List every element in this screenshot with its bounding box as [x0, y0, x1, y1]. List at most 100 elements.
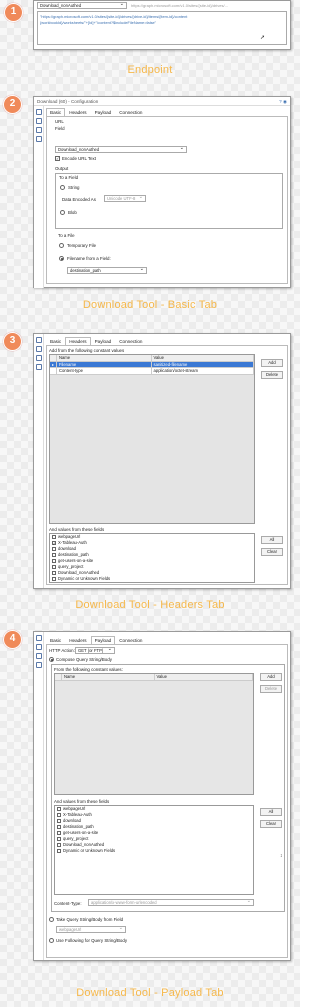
headers-panel: Add from the following constant values N… — [46, 345, 288, 585]
tab-basic[interactable]: Basic — [46, 636, 65, 644]
blob-radio[interactable] — [60, 210, 65, 215]
basic-titlebar: Download (60) - Configuration ? ◉ — [34, 97, 290, 106]
list-item[interactable]: Dynamic or Unknown Fields — [55, 848, 253, 854]
field-checkbox[interactable] — [56, 818, 61, 824]
tag-icon[interactable] — [35, 662, 42, 668]
config-icon[interactable] — [35, 337, 42, 343]
use-following-radio[interactable] — [49, 938, 54, 943]
field-checkbox[interactable] — [56, 830, 61, 836]
url-field-dropdown[interactable]: Download_nonAuthed — [55, 146, 187, 153]
compose-radio[interactable] — [49, 657, 54, 662]
caption-endpoint: Endpoint — [127, 64, 173, 76]
all-button[interactable]: All — [261, 536, 283, 544]
path-field-dropdown[interactable]: destination_path — [67, 267, 147, 274]
content-type-label: Content-Type: — [54, 901, 82, 906]
tab-connection[interactable]: Connection — [115, 337, 146, 345]
annotation-icon[interactable] — [35, 346, 42, 352]
take-query-radio[interactable] — [49, 917, 54, 922]
field-checkbox[interactable] — [56, 812, 61, 818]
headers-fields-list[interactable]: webpageUrl ✓ X-Tableau-Auth download dest… — [49, 533, 255, 583]
encode-url-label: Encode URL Text — [62, 156, 96, 161]
list-item[interactable]: Dynamic or Unknown Fields — [50, 576, 254, 582]
tab-payload[interactable]: Payload — [91, 337, 116, 345]
temporary-file-radio[interactable] — [59, 243, 64, 248]
field-checkbox[interactable] — [56, 806, 61, 812]
data-encoded-label: Data Encoded As — [62, 197, 96, 202]
tab-payload[interactable]: Payload — [90, 636, 116, 644]
tab-basic[interactable]: Basic — [46, 337, 65, 345]
field-checkbox[interactable]: ✓ — [51, 540, 56, 546]
filename-from-field-label: Filename from a Field: — [67, 256, 111, 261]
field-checkbox[interactable] — [56, 836, 61, 842]
clear-button[interactable]: Clear — [260, 820, 282, 828]
content-type-field[interactable]: application/x-www-form-urlencoded — [88, 899, 254, 906]
tab-headers[interactable]: Headers — [65, 108, 90, 116]
clear-button[interactable]: Clear — [261, 548, 283, 556]
step-badge-2: 2 — [3, 95, 22, 114]
add-constant-label: Add from the following constant values — [49, 348, 125, 353]
field-checkbox[interactable] — [56, 824, 61, 830]
preview-icon[interactable] — [35, 127, 42, 133]
headers-table[interactable]: Name Value ▸ Filename sanitized-filename… — [49, 354, 255, 524]
tab-headers[interactable]: Headers — [65, 636, 90, 644]
config-icon[interactable] — [35, 109, 42, 115]
field-checkbox[interactable] — [51, 546, 56, 552]
caption-payload: Download Tool - Payload Tab — [76, 987, 224, 999]
to-file-label: To a File — [58, 233, 75, 238]
row-value[interactable]: application/octet-stream — [151, 368, 254, 375]
payload-fields-list[interactable]: webpageUrl X-Tableau-Auth download desti… — [54, 805, 254, 895]
add-button[interactable]: Add — [260, 673, 282, 681]
tab-connection[interactable]: Connection — [115, 108, 146, 116]
from-constant-label: From the following constant values: — [54, 667, 123, 672]
compose-label: Compose Query String/Body — [56, 657, 112, 662]
mouse-cursor-icon: ➚ — [260, 35, 266, 41]
filename-from-field-radio[interactable] — [59, 256, 64, 261]
field-checkbox[interactable] — [51, 564, 56, 570]
annotation-icon[interactable] — [35, 118, 42, 124]
basic-window: Download (60) - Configuration ? ◉ Basic … — [33, 96, 291, 288]
temporary-file-label: Temporary File — [67, 243, 97, 248]
string-label: String — [68, 185, 80, 190]
preview-icon[interactable] — [35, 355, 42, 361]
headers-iconbar — [34, 334, 44, 588]
column-name: Name — [61, 674, 155, 681]
to-field-label: To a Field — [59, 175, 79, 180]
and-values-label: And values from these fields — [54, 799, 110, 804]
basic-panel: URL Field Download_nonAuthed ✓ Encode UR… — [46, 116, 288, 284]
tag-icon[interactable] — [35, 136, 42, 142]
delete-button[interactable]: Delete — [260, 685, 282, 693]
field-checkbox[interactable] — [51, 558, 56, 564]
field-checkbox[interactable] — [51, 576, 56, 582]
encoding-dropdown[interactable]: Unicode UTF-8 — [104, 195, 146, 202]
tab-basic[interactable]: Basic — [46, 108, 66, 116]
payload-table[interactable]: Name Value — [54, 673, 254, 795]
field-checkbox[interactable] — [51, 552, 56, 558]
field-checkbox[interactable] — [51, 570, 56, 576]
string-radio[interactable] — [60, 185, 65, 190]
table-row[interactable]: Content-type application/octet-stream — [50, 368, 254, 375]
column-value: Value — [154, 674, 253, 681]
endpoint-url-editor[interactable]: "https://graph.microsoft.com/v1.0/sites/… — [37, 11, 287, 45]
tag-icon[interactable] — [35, 364, 42, 370]
delete-button[interactable]: Delete — [261, 371, 283, 379]
field-checkbox[interactable] — [56, 842, 61, 848]
tab-payload[interactable]: Payload — [91, 108, 116, 116]
field-checkbox[interactable] — [56, 848, 61, 854]
encode-url-checkbox[interactable]: ✓ — [55, 156, 60, 161]
table-header: Name Value — [55, 674, 253, 681]
endpoint-window: Download_nonAuthed https://graph.microso… — [33, 0, 291, 50]
help-icon[interactable]: ? ◉ — [279, 97, 287, 106]
preview-icon[interactable] — [35, 653, 42, 659]
http-action-dropdown[interactable]: GET (or FTP) — [75, 647, 115, 654]
config-icon[interactable] — [35, 635, 42, 641]
field-checkbox[interactable] — [51, 534, 56, 540]
annotation-icon[interactable] — [35, 644, 42, 650]
take-query-dropdown[interactable]: webpageUrl — [56, 926, 126, 933]
all-button[interactable]: All — [260, 808, 282, 816]
tab-headers[interactable]: Headers — [65, 337, 91, 345]
row-name[interactable]: Content-type — [56, 368, 152, 375]
endpoint-field-dropdown[interactable]: Download_nonAuthed — [37, 2, 127, 9]
add-button[interactable]: Add — [261, 359, 283, 367]
resize-cursor-icon: ↕ — [280, 853, 283, 859]
tab-connection[interactable]: Connection — [115, 636, 146, 644]
